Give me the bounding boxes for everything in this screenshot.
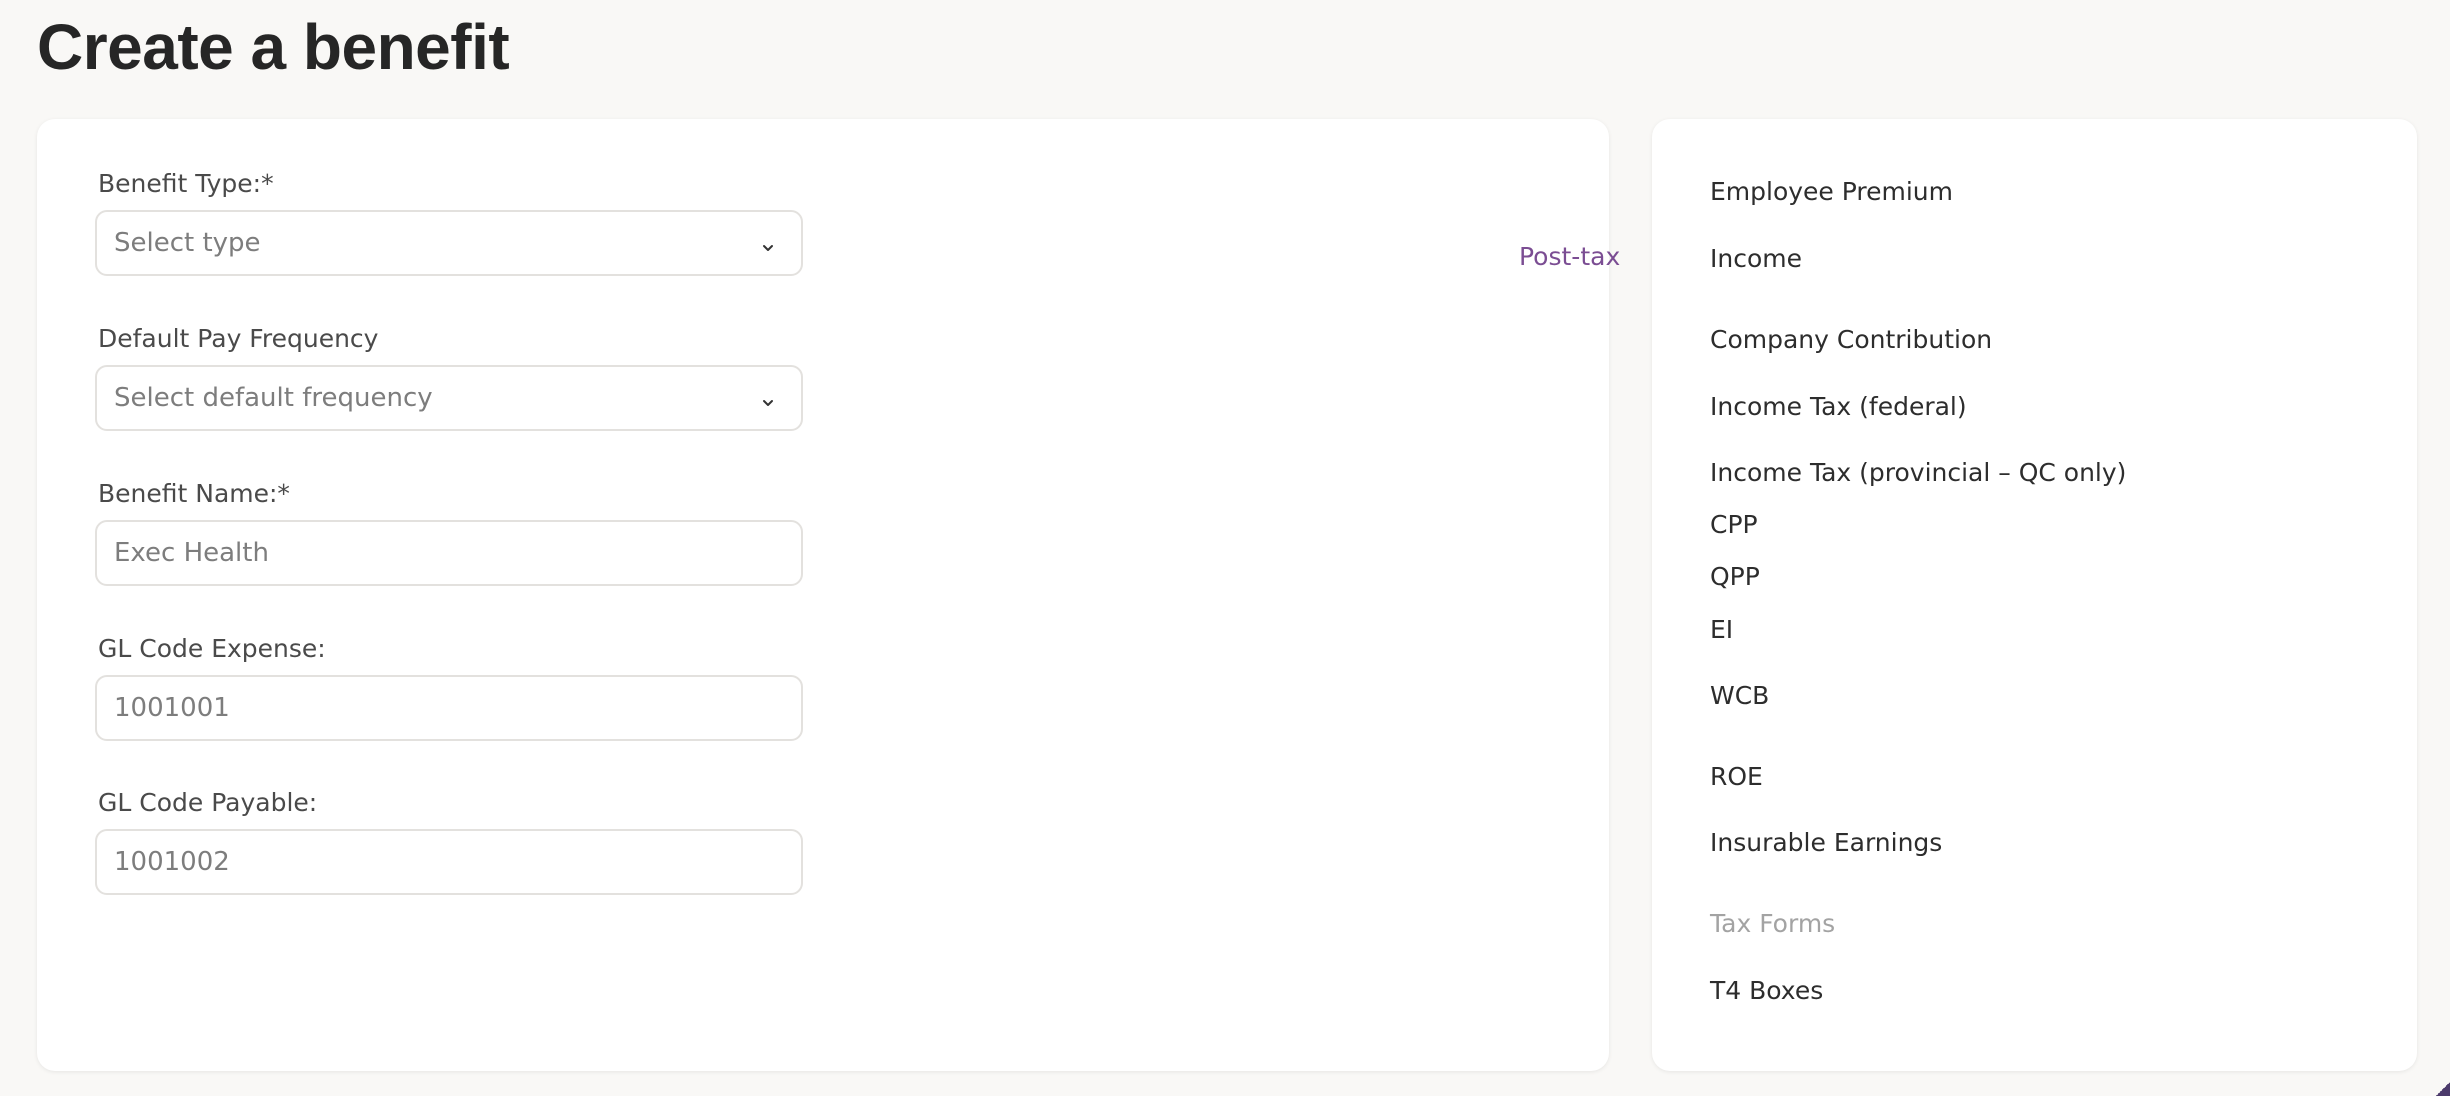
gl-code-expense-placeholder: 1001001 [114,693,230,723]
benefit-form-card: Benefit Type:* Select type Default Pay F… [37,119,1609,1071]
row-qpp: QPP [1710,562,1760,591]
row-income-tax-provincial: Income Tax (provincial – QC only) [1710,458,2127,487]
benefit-type-placeholder: Select type [114,228,261,258]
benefit-type-field: Benefit Type:* Select type [95,167,803,276]
row-wcb: WCB [1710,681,1770,710]
gl-code-expense-label: GL Code Expense: [98,634,326,663]
row-income: Income [1710,244,1802,273]
benefit-name-field: Benefit Name:* Exec Health [95,477,803,586]
gl-code-payable-input[interactable]: 1001002 [95,829,803,895]
row-roe: ROE [1710,762,1763,791]
pay-frequency-placeholder: Select default frequency [114,383,433,413]
pay-frequency-field: Default Pay Frequency Select default fre… [95,322,803,431]
gl-code-expense-field: GL Code Expense: 1001001 [95,632,803,741]
row-company-contribution: Company Contribution [1710,325,1993,354]
benefit-name-label: Benefit Name:* [98,479,290,508]
section-heading-tax-forms: Tax Forms [1710,909,1836,938]
gl-code-expense-input[interactable]: 1001001 [95,675,803,741]
corner-resize-icon [2436,1082,2450,1096]
chevron-down-icon [759,389,777,407]
row-t4-boxes: T4 Boxes [1710,976,1824,1005]
gl-code-payable-label: GL Code Payable: [98,788,318,817]
benefit-type-select[interactable]: Select type [95,210,803,276]
chevron-down-icon [759,234,777,252]
benefit-settings-panel: Employee Premium Income Company Contribu… [1652,119,2417,1071]
benefit-type-label: Benefit Type:* [98,169,274,198]
row-income-tax-federal: Income Tax (federal) [1710,392,1967,421]
row-cpp: CPP [1710,510,1758,539]
row-ei: EI [1710,615,1734,644]
row-insurable-earnings: Insurable Earnings [1710,828,1943,857]
row-employee-premium: Employee Premium [1710,177,1954,206]
pay-frequency-select[interactable]: Select default frequency [95,365,803,431]
page-title: Create a benefit [37,11,510,83]
benefit-name-input[interactable]: Exec Health [95,520,803,586]
gl-code-payable-field: GL Code Payable: 1001002 [95,786,803,895]
gl-code-payable-placeholder: 1001002 [114,847,230,877]
benefit-name-placeholder: Exec Health [114,538,269,568]
pay-frequency-label: Default Pay Frequency [98,324,379,353]
income-value-post-tax: Post-tax [1519,242,1621,271]
